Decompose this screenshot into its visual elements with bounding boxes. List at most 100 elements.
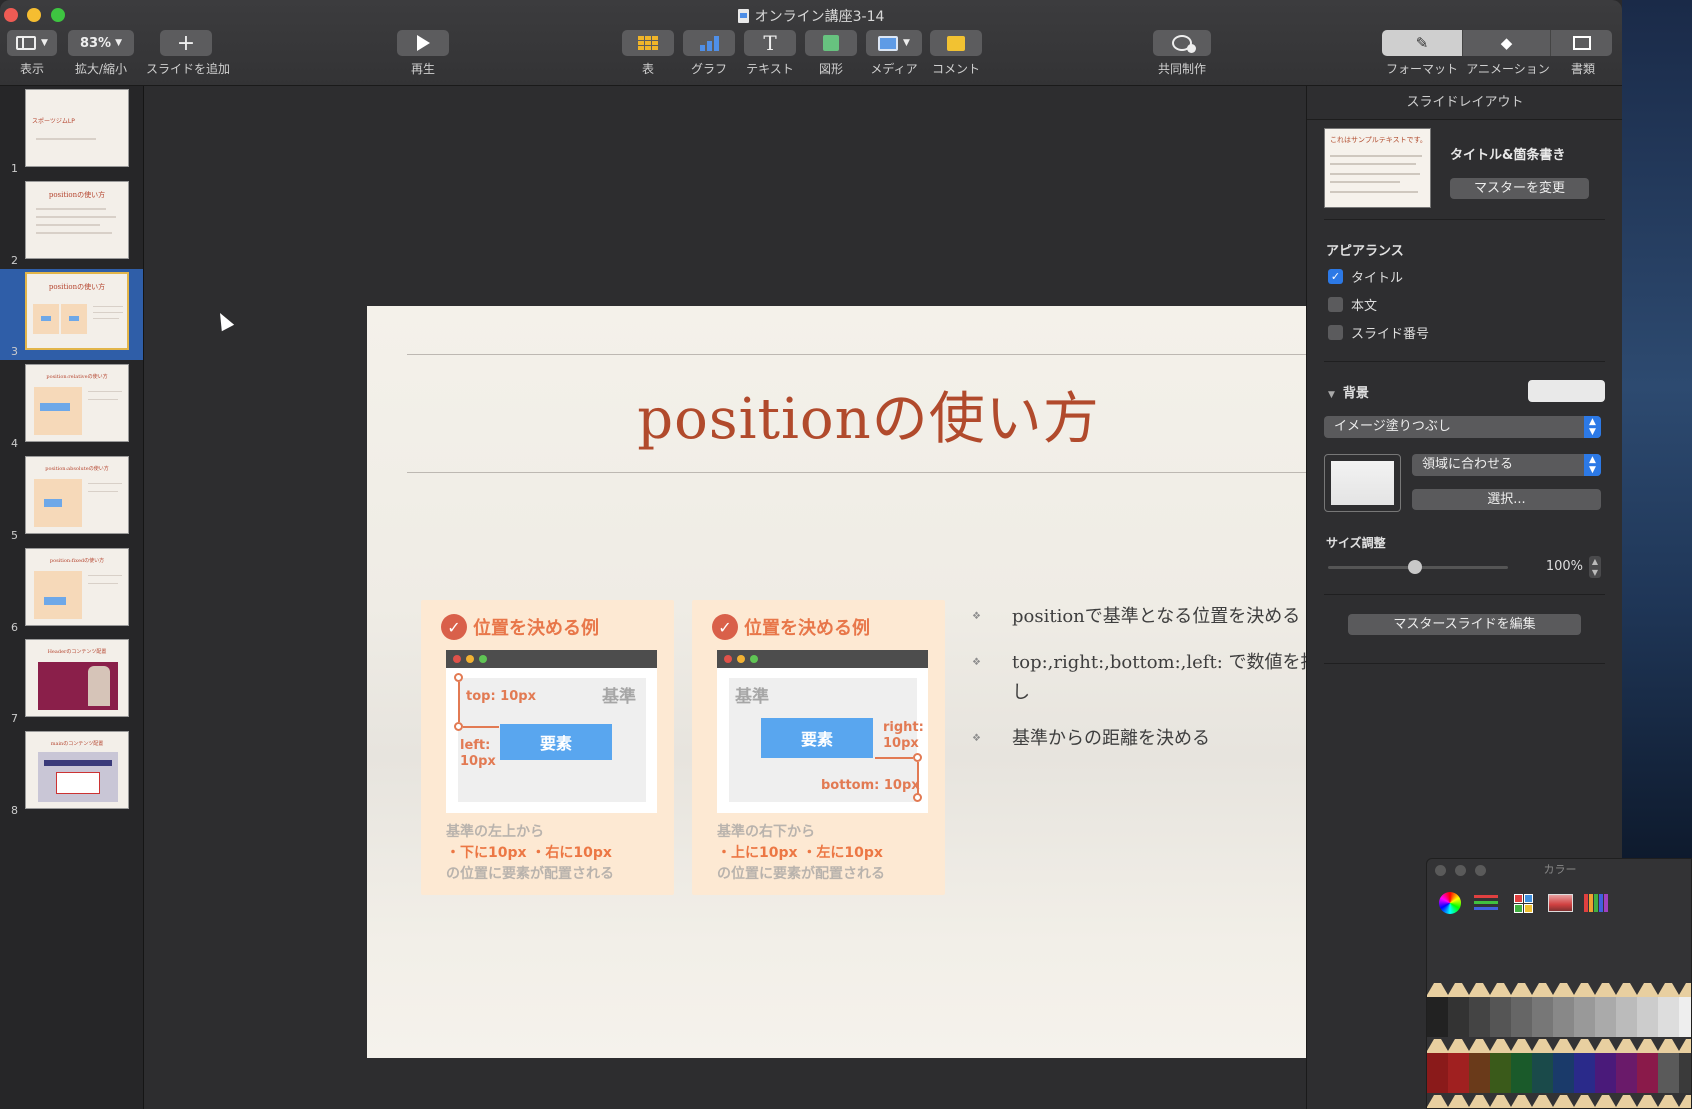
slide[interactable]: positionの使い方 ✓ 位置を決める例 基準 要素 top: 10px l… <box>367 306 1370 1058</box>
edit-master-slide-button[interactable]: マスタースライドを編集 <box>1348 614 1581 635</box>
pencil-swatch[interactable] <box>1511 1033 1532 1093</box>
layout-thumbnail[interactable]: これはサンプルテキストです。 <box>1324 128 1431 208</box>
close-panel-button[interactable] <box>1435 865 1446 876</box>
checkbox-unchecked[interactable] <box>1328 325 1343 340</box>
minimize-panel-button[interactable] <box>1455 865 1466 876</box>
checkbox-label: タイトル <box>1351 271 1404 286</box>
color-wheel-icon[interactable] <box>1439 892 1461 914</box>
pencil-swatch[interactable] <box>1574 1033 1595 1093</box>
pencil-swatch[interactable] <box>1658 977 1679 1037</box>
example-card-top-left[interactable]: ✓ 位置を決める例 基準 要素 top: 10px left: 10px 基準の… <box>421 600 674 895</box>
pencil-swatch[interactable] <box>1469 977 1490 1037</box>
collaborate-control[interactable]: 共同制作 <box>1152 30 1212 77</box>
slide-thumbnail-4[interactable]: position:relativeの使い方 4 <box>0 361 143 452</box>
pencil-swatch[interactable] <box>1427 977 1448 1037</box>
pencil-swatch[interactable] <box>1490 977 1511 1037</box>
appearance-title-row[interactable]: ✓ タイトル <box>1328 267 1403 286</box>
pencil-swatch[interactable] <box>1553 1033 1574 1093</box>
color-sliders-icon[interactable] <box>1473 891 1499 915</box>
table-control[interactable]: 表 <box>622 30 674 77</box>
text-control[interactable]: T テキスト <box>744 30 796 77</box>
shape-control[interactable]: 図形 <box>805 30 857 77</box>
change-master-button[interactable]: マスターを変更 <box>1450 178 1589 199</box>
zoom-panel-button[interactable] <box>1475 865 1486 876</box>
pencil-swatch[interactable] <box>1595 1033 1616 1093</box>
pencil-colors[interactable] <box>1427 977 1691 1108</box>
animate-tab[interactable]: ◆ <box>1462 30 1550 56</box>
slide-thumbnail-7[interactable]: Headerのコンテンツ配置 7 <box>0 636 143 727</box>
pencil-swatch[interactable] <box>1574 977 1595 1037</box>
zoom-button[interactable]: 83% ▼ <box>68 30 134 56</box>
bullet-item[interactable]: 基準からの距離を決める <box>972 724 1342 754</box>
slide-thumbnail-2[interactable]: positionの使い方 2 <box>0 178 143 269</box>
pencil-swatch[interactable] <box>1679 1033 1691 1093</box>
background-section[interactable]: ▼ 背景 <box>1328 382 1369 401</box>
keynote-window: オンライン講座3-14 ▼ 表示 83% ▼ 拡大/縮小 + スライドを追加 再… <box>0 0 1622 1109</box>
slide-thumbnail-8[interactable]: mainのコンテンツ配置 8 <box>0 728 143 819</box>
checkbox-checked[interactable]: ✓ <box>1328 269 1343 284</box>
slide-title[interactable]: positionの使い方 <box>367 374 1370 455</box>
image-well[interactable] <box>1324 454 1401 512</box>
shape-button[interactable] <box>805 30 857 56</box>
play-button[interactable] <box>397 30 449 56</box>
choose-image-button[interactable]: 選択... <box>1412 489 1601 510</box>
bullet-list[interactable]: positionで基準となる位置を決める top:,right:,bottom:… <box>972 602 1342 770</box>
comment-control[interactable]: コメント <box>930 30 982 77</box>
slide-thumbnail-3[interactable]: positionの使い方 3 <box>0 269 143 360</box>
comment-button[interactable] <box>930 30 982 56</box>
slide-thumbnail-image: positionの使い方 <box>25 272 129 350</box>
pencil-swatch[interactable] <box>1595 977 1616 1037</box>
slide-thumbnail-1[interactable]: スポーツジムLP 1 <box>0 86 143 177</box>
pencil-swatch[interactable] <box>1679 977 1691 1037</box>
pencil-swatch[interactable] <box>1616 1033 1637 1093</box>
view-button[interactable]: ▼ <box>7 30 57 56</box>
zoom-control[interactable]: 83% ▼ 拡大/縮小 <box>68 30 134 77</box>
example-card-bottom-right[interactable]: ✓ 位置を決める例 基準 要素 right: 10px bottom: 10px… <box>692 600 945 895</box>
appearance-slide-number-row[interactable]: スライド番号 <box>1328 323 1429 342</box>
document-tab[interactable] <box>1550 30 1612 56</box>
checkbox-unchecked[interactable] <box>1328 297 1343 312</box>
bullet-item[interactable]: top:,right:,bottom:,left: で数値を指定し <box>972 648 1342 708</box>
pencil-swatch[interactable] <box>1469 1033 1490 1093</box>
dimension-right-1: right: <box>883 720 924 735</box>
pencil-swatch[interactable] <box>1427 1033 1448 1093</box>
chart-button[interactable] <box>683 30 735 56</box>
slide-canvas[interactable]: positionの使い方 ✓ 位置を決める例 基準 要素 top: 10px l… <box>144 86 1370 1109</box>
add-slide-button[interactable]: + <box>160 30 212 56</box>
color-palettes-icon[interactable] <box>1511 891 1537 915</box>
add-slide-control[interactable]: + スライドを追加 <box>146 30 230 77</box>
pencil-swatch[interactable] <box>1658 1033 1679 1093</box>
pencil-swatch[interactable] <box>1637 1033 1658 1093</box>
pencil-swatch[interactable] <box>1532 977 1553 1037</box>
text-button[interactable]: T <box>744 30 796 56</box>
format-tab[interactable]: ✎ <box>1382 30 1462 56</box>
pencil-swatch[interactable] <box>1553 977 1574 1037</box>
fill-type-popup[interactable]: イメージ塗りつぶし ▲ ▼ <box>1324 416 1601 438</box>
media-control[interactable]: ▼ メディア <box>866 30 922 77</box>
collaborate-button[interactable] <box>1153 30 1211 56</box>
pencils-icon[interactable] <box>1583 891 1609 915</box>
slide-thumbnail-5[interactable]: position:absoluteの使い方 5 <box>0 453 143 544</box>
image-palettes-icon[interactable] <box>1547 891 1573 915</box>
pencil-swatch[interactable] <box>1511 977 1532 1037</box>
pencil-swatch[interactable] <box>1532 1033 1553 1093</box>
scale-mode-popup[interactable]: 領域に合わせる ▲ ▼ <box>1412 454 1601 476</box>
pencil-swatch[interactable] <box>1490 1033 1511 1093</box>
size-stepper[interactable]: ▲ ▼ <box>1589 556 1601 578</box>
chart-control[interactable]: グラフ <box>683 30 735 77</box>
size-slider-knob[interactable] <box>1408 560 1422 574</box>
pencil-swatch[interactable] <box>1448 977 1469 1037</box>
size-value-field[interactable]: 100% <box>1517 556 1589 578</box>
view-control[interactable]: ▼ 表示 <box>6 30 58 77</box>
slide-thumbnail-6[interactable]: position:fixedの使い方 6 <box>0 545 143 636</box>
background-color-swatch[interactable] <box>1528 380 1605 402</box>
play-control[interactable]: 再生 <box>397 30 449 77</box>
pencil-swatch[interactable] <box>1448 1033 1469 1093</box>
bullet-item[interactable]: positionで基準となる位置を決める <box>972 602 1342 632</box>
table-button[interactable] <box>622 30 674 56</box>
pencil-swatch[interactable] <box>1616 977 1637 1037</box>
dimension-left-2: 10px <box>460 754 496 769</box>
pencil-swatch[interactable] <box>1637 977 1658 1037</box>
media-button[interactable]: ▼ <box>866 30 922 56</box>
appearance-body-row[interactable]: 本文 <box>1328 295 1377 314</box>
